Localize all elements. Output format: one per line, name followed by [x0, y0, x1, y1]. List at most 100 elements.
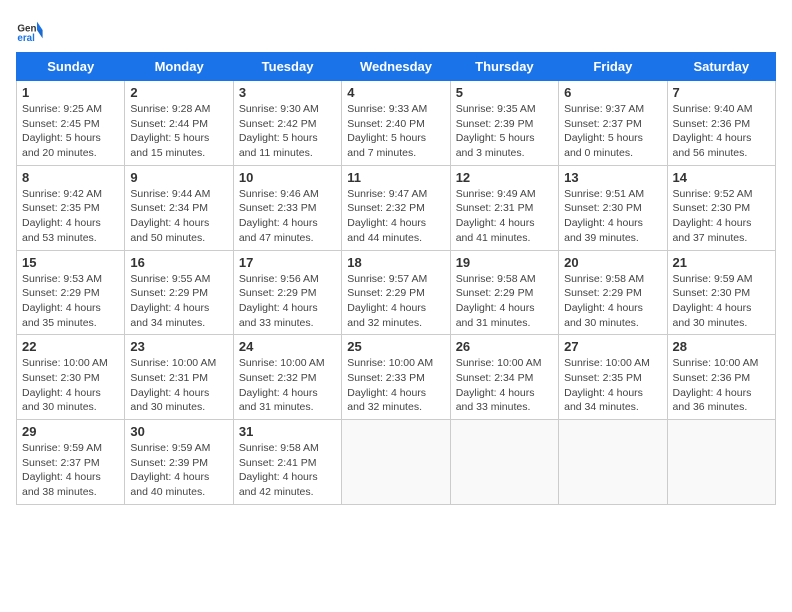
day-number: 19 — [456, 255, 553, 270]
day-info: Sunrise: 10:00 AM Sunset: 2:33 PM Daylig… — [347, 356, 444, 415]
calendar-cell: 29 Sunrise: 9:59 AM Sunset: 2:37 PM Dayl… — [17, 420, 125, 505]
day-info: Sunrise: 9:35 AM Sunset: 2:39 PM Dayligh… — [456, 102, 553, 161]
day-info: Sunrise: 9:59 AM Sunset: 2:39 PM Dayligh… — [130, 441, 227, 500]
calendar-cell: 10 Sunrise: 9:46 AM Sunset: 2:33 PM Dayl… — [233, 165, 341, 250]
calendar-cell: 15 Sunrise: 9:53 AM Sunset: 2:29 PM Dayl… — [17, 250, 125, 335]
day-info: Sunrise: 9:37 AM Sunset: 2:37 PM Dayligh… — [564, 102, 661, 161]
day-info: Sunrise: 9:28 AM Sunset: 2:44 PM Dayligh… — [130, 102, 227, 161]
day-number: 20 — [564, 255, 661, 270]
calendar-cell: 20 Sunrise: 9:58 AM Sunset: 2:29 PM Dayl… — [559, 250, 667, 335]
day-number: 9 — [130, 170, 227, 185]
calendar-cell: 9 Sunrise: 9:44 AM Sunset: 2:34 PM Dayli… — [125, 165, 233, 250]
calendar-cell: 13 Sunrise: 9:51 AM Sunset: 2:30 PM Dayl… — [559, 165, 667, 250]
calendar-cell: 11 Sunrise: 9:47 AM Sunset: 2:32 PM Dayl… — [342, 165, 450, 250]
day-number: 24 — [239, 339, 336, 354]
calendar-cell: 14 Sunrise: 9:52 AM Sunset: 2:30 PM Dayl… — [667, 165, 775, 250]
day-number: 4 — [347, 85, 444, 100]
day-number: 17 — [239, 255, 336, 270]
day-number: 5 — [456, 85, 553, 100]
calendar-week-4: 22 Sunrise: 10:00 AM Sunset: 2:30 PM Day… — [17, 335, 776, 420]
day-info: Sunrise: 9:53 AM Sunset: 2:29 PM Dayligh… — [22, 272, 119, 331]
day-number: 27 — [564, 339, 661, 354]
calendar-cell: 25 Sunrise: 10:00 AM Sunset: 2:33 PM Day… — [342, 335, 450, 420]
calendar-cell — [342, 420, 450, 505]
calendar-week-2: 8 Sunrise: 9:42 AM Sunset: 2:35 PM Dayli… — [17, 165, 776, 250]
day-number: 11 — [347, 170, 444, 185]
day-number: 22 — [22, 339, 119, 354]
calendar-cell — [667, 420, 775, 505]
svg-text:eral: eral — [17, 33, 35, 44]
calendar-cell: 3 Sunrise: 9:30 AM Sunset: 2:42 PM Dayli… — [233, 81, 341, 166]
day-info: Sunrise: 9:55 AM Sunset: 2:29 PM Dayligh… — [130, 272, 227, 331]
calendar-cell — [450, 420, 558, 505]
day-info: Sunrise: 9:56 AM Sunset: 2:29 PM Dayligh… — [239, 272, 336, 331]
day-number: 6 — [564, 85, 661, 100]
calendar-cell: 4 Sunrise: 9:33 AM Sunset: 2:40 PM Dayli… — [342, 81, 450, 166]
calendar-cell — [559, 420, 667, 505]
day-number: 30 — [130, 424, 227, 439]
calendar-week-3: 15 Sunrise: 9:53 AM Sunset: 2:29 PM Dayl… — [17, 250, 776, 335]
day-number: 1 — [22, 85, 119, 100]
day-number: 15 — [22, 255, 119, 270]
day-info: Sunrise: 9:49 AM Sunset: 2:31 PM Dayligh… — [456, 187, 553, 246]
day-info: Sunrise: 10:00 AM Sunset: 2:35 PM Daylig… — [564, 356, 661, 415]
day-info: Sunrise: 9:42 AM Sunset: 2:35 PM Dayligh… — [22, 187, 119, 246]
weekday-header-sunday: Sunday — [17, 53, 125, 81]
day-info: Sunrise: 9:33 AM Sunset: 2:40 PM Dayligh… — [347, 102, 444, 161]
calendar-cell: 30 Sunrise: 9:59 AM Sunset: 2:39 PM Dayl… — [125, 420, 233, 505]
calendar-cell: 6 Sunrise: 9:37 AM Sunset: 2:37 PM Dayli… — [559, 81, 667, 166]
day-info: Sunrise: 10:00 AM Sunset: 2:32 PM Daylig… — [239, 356, 336, 415]
calendar-cell: 22 Sunrise: 10:00 AM Sunset: 2:30 PM Day… — [17, 335, 125, 420]
logo: Gen eral — [16, 16, 48, 44]
weekday-header-monday: Monday — [125, 53, 233, 81]
calendar-cell: 19 Sunrise: 9:58 AM Sunset: 2:29 PM Dayl… — [450, 250, 558, 335]
calendar-cell: 28 Sunrise: 10:00 AM Sunset: 2:36 PM Day… — [667, 335, 775, 420]
weekday-header-friday: Friday — [559, 53, 667, 81]
day-number: 28 — [673, 339, 770, 354]
calendar-week-5: 29 Sunrise: 9:59 AM Sunset: 2:37 PM Dayl… — [17, 420, 776, 505]
calendar-cell: 21 Sunrise: 9:59 AM Sunset: 2:30 PM Dayl… — [667, 250, 775, 335]
calendar-cell: 5 Sunrise: 9:35 AM Sunset: 2:39 PM Dayli… — [450, 81, 558, 166]
day-number: 12 — [456, 170, 553, 185]
day-info: Sunrise: 10:00 AM Sunset: 2:36 PM Daylig… — [673, 356, 770, 415]
day-number: 8 — [22, 170, 119, 185]
calendar-cell: 12 Sunrise: 9:49 AM Sunset: 2:31 PM Dayl… — [450, 165, 558, 250]
day-number: 18 — [347, 255, 444, 270]
logo-icon: Gen eral — [16, 16, 44, 44]
day-number: 3 — [239, 85, 336, 100]
weekday-header-saturday: Saturday — [667, 53, 775, 81]
day-number: 16 — [130, 255, 227, 270]
weekday-header-tuesday: Tuesday — [233, 53, 341, 81]
day-info: Sunrise: 9:46 AM Sunset: 2:33 PM Dayligh… — [239, 187, 336, 246]
weekday-header-thursday: Thursday — [450, 53, 558, 81]
calendar-week-1: 1 Sunrise: 9:25 AM Sunset: 2:45 PM Dayli… — [17, 81, 776, 166]
day-number: 2 — [130, 85, 227, 100]
day-info: Sunrise: 9:58 AM Sunset: 2:41 PM Dayligh… — [239, 441, 336, 500]
calendar-table: SundayMondayTuesdayWednesdayThursdayFrid… — [16, 52, 776, 505]
day-number: 10 — [239, 170, 336, 185]
header: Gen eral — [16, 16, 776, 44]
day-number: 7 — [673, 85, 770, 100]
day-number: 26 — [456, 339, 553, 354]
calendar-cell: 27 Sunrise: 10:00 AM Sunset: 2:35 PM Day… — [559, 335, 667, 420]
day-info: Sunrise: 9:58 AM Sunset: 2:29 PM Dayligh… — [564, 272, 661, 331]
day-number: 13 — [564, 170, 661, 185]
calendar-cell: 23 Sunrise: 10:00 AM Sunset: 2:31 PM Day… — [125, 335, 233, 420]
day-info: Sunrise: 9:52 AM Sunset: 2:30 PM Dayligh… — [673, 187, 770, 246]
day-info: Sunrise: 10:00 AM Sunset: 2:30 PM Daylig… — [22, 356, 119, 415]
day-info: Sunrise: 9:40 AM Sunset: 2:36 PM Dayligh… — [673, 102, 770, 161]
day-number: 29 — [22, 424, 119, 439]
calendar-cell: 16 Sunrise: 9:55 AM Sunset: 2:29 PM Dayl… — [125, 250, 233, 335]
calendar-cell: 8 Sunrise: 9:42 AM Sunset: 2:35 PM Dayli… — [17, 165, 125, 250]
calendar-cell: 1 Sunrise: 9:25 AM Sunset: 2:45 PM Dayli… — [17, 81, 125, 166]
day-info: Sunrise: 9:59 AM Sunset: 2:30 PM Dayligh… — [673, 272, 770, 331]
day-info: Sunrise: 9:47 AM Sunset: 2:32 PM Dayligh… — [347, 187, 444, 246]
day-info: Sunrise: 9:25 AM Sunset: 2:45 PM Dayligh… — [22, 102, 119, 161]
calendar-cell: 2 Sunrise: 9:28 AM Sunset: 2:44 PM Dayli… — [125, 81, 233, 166]
day-info: Sunrise: 9:59 AM Sunset: 2:37 PM Dayligh… — [22, 441, 119, 500]
day-info: Sunrise: 10:00 AM Sunset: 2:34 PM Daylig… — [456, 356, 553, 415]
calendar-cell: 31 Sunrise: 9:58 AM Sunset: 2:41 PM Dayl… — [233, 420, 341, 505]
calendar-cell: 24 Sunrise: 10:00 AM Sunset: 2:32 PM Day… — [233, 335, 341, 420]
day-number: 23 — [130, 339, 227, 354]
day-info: Sunrise: 9:51 AM Sunset: 2:30 PM Dayligh… — [564, 187, 661, 246]
